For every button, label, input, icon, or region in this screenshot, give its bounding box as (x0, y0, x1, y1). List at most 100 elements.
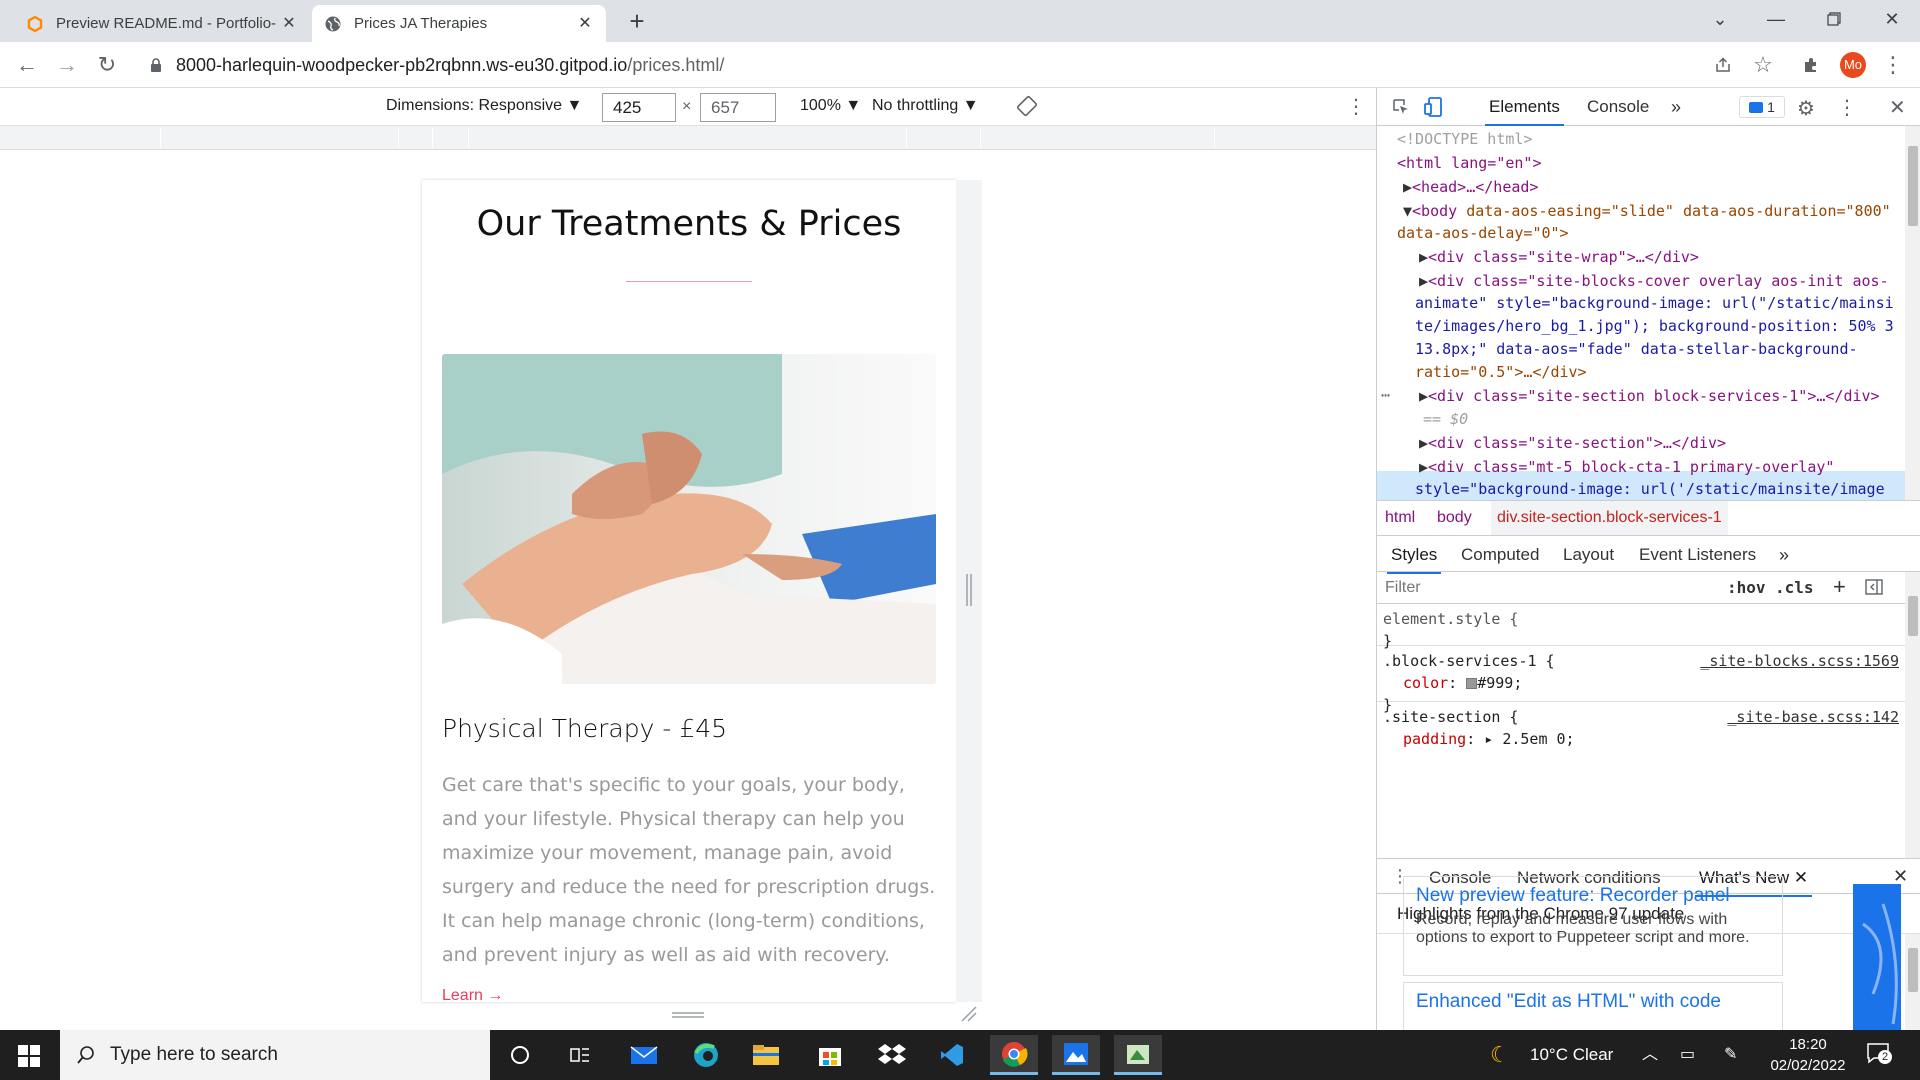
minimize-icon[interactable]: — (1750, 0, 1802, 38)
bookmark-star-icon[interactable]: ☆ (1748, 50, 1778, 80)
rule-declaration[interactable]: color: #999; (1383, 672, 1899, 694)
rotate-icon[interactable] (1016, 95, 1038, 122)
dom-head[interactable]: ▶<head>…</head> (1403, 176, 1538, 199)
tab-styles[interactable]: Styles (1387, 536, 1442, 574)
rule-declaration[interactable]: padding: ▸ 2.5em 0; (1383, 728, 1899, 750)
settings-gear-icon[interactable]: ⚙ (1797, 96, 1815, 121)
learn-more-link[interactable]: Learn → (442, 987, 503, 1002)
devtools-menu-icon[interactable]: ⋮ (1837, 95, 1857, 120)
taskbar-search[interactable]: Type here to search (60, 1030, 490, 1080)
new-tab-button[interactable]: + (620, 6, 654, 36)
drawer-scrollbar[interactable] (1905, 934, 1920, 1030)
dropbox-icon[interactable] (868, 1035, 916, 1075)
close-tab-icon[interactable]: ✕ (576, 15, 594, 33)
vscode-icon[interactable] (928, 1035, 976, 1075)
expand-arrow-icon[interactable]: ▶ (1419, 434, 1428, 452)
tab-elements[interactable]: Elements (1485, 88, 1564, 126)
new-rule-icon[interactable]: + (1833, 574, 1846, 600)
color-swatch[interactable] (1466, 678, 1478, 689)
dom-site-wrap[interactable]: ▶<div class="site-wrap">…</div> (1419, 246, 1699, 269)
dom-html[interactable]: <html lang="en"> (1397, 152, 1542, 175)
dom-cover[interactable]: ▶<div class="site-blocks-cover overlay a… (1419, 270, 1889, 293)
mail-icon[interactable] (620, 1035, 668, 1075)
zoom-dropdown[interactable]: 100% ▼ (800, 97, 861, 115)
whats-new-title[interactable]: New preview feature: Recorder panel (1416, 883, 1770, 909)
tab-event-listeners[interactable]: Event Listeners (1635, 536, 1760, 574)
styles-scrollbar[interactable] (1905, 572, 1920, 858)
devtools-close-icon[interactable]: ✕ (1889, 95, 1906, 120)
breadcrumb-selected[interactable]: div.site-section.block-services-1 (1491, 501, 1728, 535)
rule-selector[interactable]: element.style { (1383, 608, 1899, 630)
more-style-tabs-icon[interactable]: » (1775, 536, 1793, 574)
throttling-dropdown[interactable]: No throttling ▼ (872, 97, 979, 115)
weather-text[interactable]: 10°C Clear (1530, 1030, 1613, 1080)
app-icon[interactable] (1114, 1035, 1162, 1075)
hov-toggle[interactable]: :hov (1727, 578, 1766, 597)
edge-icon[interactable] (682, 1035, 730, 1075)
resize-handle-right[interactable] (962, 570, 976, 610)
task-view-icon[interactable] (556, 1035, 604, 1075)
file-explorer-icon[interactable] (742, 1035, 790, 1075)
dom-cta[interactable]: ▶<div class="mt-5 block-cta-1 primary-ov… (1419, 456, 1834, 479)
device-height-input[interactable]: 657 (700, 93, 776, 122)
issues-badge[interactable]: 1 (1739, 96, 1785, 118)
inspect-element-icon[interactable] (1391, 97, 1411, 122)
resize-handle-bottom[interactable] (668, 1008, 708, 1020)
tab-search-icon[interactable]: ⌄ (1694, 0, 1746, 38)
forward-icon[interactable]: → (52, 50, 82, 80)
dom-block-services[interactable]: ▶<div class="site-section block-services… (1419, 385, 1880, 408)
reload-icon[interactable]: ↻ (92, 50, 122, 80)
dom-doctype[interactable]: <!DOCTYPE html> (1397, 128, 1532, 151)
expand-arrow-icon[interactable]: ▶ (1419, 272, 1428, 290)
toggle-sidebar-icon[interactable] (1865, 578, 1883, 601)
window-close-icon[interactable]: ✕ (1866, 0, 1918, 38)
windows-start-icon[interactable] (18, 1045, 40, 1072)
store-icon[interactable] (806, 1035, 854, 1075)
tray-chevron-icon[interactable]: ︿ (1642, 1030, 1658, 1080)
device-toggle-icon[interactable] (1423, 96, 1443, 123)
tab-computed[interactable]: Computed (1457, 536, 1543, 574)
network-icon[interactable]: ▭ (1680, 1030, 1695, 1080)
share-icon[interactable] (1708, 50, 1738, 80)
whats-new-card[interactable]: New preview feature: Recorder panel Reco… (1403, 876, 1783, 976)
tab-preview-readme[interactable]: Preview README.md - Portfolio- ✕ (14, 5, 310, 42)
cortana-icon[interactable] (496, 1035, 544, 1075)
tab-layout[interactable]: Layout (1559, 536, 1618, 574)
styles-filter-input[interactable]: Filter (1385, 579, 1421, 597)
whats-new-title[interactable]: Enhanced "Edit as HTML" with code (1416, 989, 1770, 1015)
close-tab-icon[interactable]: ✕ (280, 15, 298, 33)
expand-arrow-icon[interactable]: ▶ (1419, 458, 1428, 476)
back-icon[interactable]: ← (12, 50, 42, 80)
tab-console[interactable]: Console (1583, 88, 1653, 126)
profile-avatar[interactable]: Mo (1840, 52, 1866, 78)
rule-source-link[interactable]: _site-base.scss:142 (1727, 706, 1899, 728)
weather-icon[interactable]: ☾ (1490, 1030, 1510, 1080)
chrome-icon[interactable] (990, 1035, 1038, 1075)
dom-scrollbar[interactable] (1905, 126, 1920, 500)
close-drawer-tab-icon[interactable]: ✕ (1794, 868, 1808, 887)
dom-site-section[interactable]: ▶<div class="site-section">…</div> (1419, 432, 1726, 455)
expand-arrow-icon[interactable]: ▶ (1419, 387, 1428, 405)
expand-arrow-icon[interactable]: ▶ (1419, 248, 1428, 266)
pen-icon[interactable]: ✎ (1724, 1030, 1737, 1080)
breadcrumb-body[interactable]: body (1431, 501, 1478, 535)
cls-toggle[interactable]: .cls (1775, 578, 1814, 597)
whats-new-card[interactable]: Enhanced "Edit as HTML" with code (1403, 982, 1783, 1030)
address-bar[interactable]: 8000-harlequin-woodpecker-pb2rqbnn.ws-eu… (138, 47, 1778, 83)
device-width-input[interactable]: 425 (602, 93, 676, 122)
photos-icon[interactable] (1052, 1035, 1100, 1075)
expand-arrow-icon[interactable]: ▶ (1403, 178, 1412, 196)
clock[interactable]: 18:20 02/02/2022 (1768, 1034, 1848, 1076)
notifications-icon[interactable]: 2 (1866, 1042, 1892, 1066)
rule-source-link[interactable]: _site-blocks.scss:1569 (1700, 650, 1899, 672)
device-toolbar-more-icon[interactable]: ⋮ (1346, 94, 1366, 119)
collapse-arrow-icon[interactable]: ▼ (1403, 202, 1412, 220)
maximize-icon[interactable] (1808, 0, 1860, 38)
dom-more-icon[interactable]: ⋯ (1381, 384, 1390, 407)
extensions-icon[interactable] (1796, 50, 1826, 80)
tab-prices[interactable]: Prices JA Therapies ✕ (312, 5, 606, 42)
more-tabs-icon[interactable]: » (1667, 88, 1685, 126)
dom-body[interactable]: ▼<body data-aos-easing="slide" data-aos-… (1403, 200, 1891, 223)
resize-handle-corner[interactable] (958, 1003, 978, 1023)
browser-menu-icon[interactable]: ⋮ (1878, 50, 1908, 80)
